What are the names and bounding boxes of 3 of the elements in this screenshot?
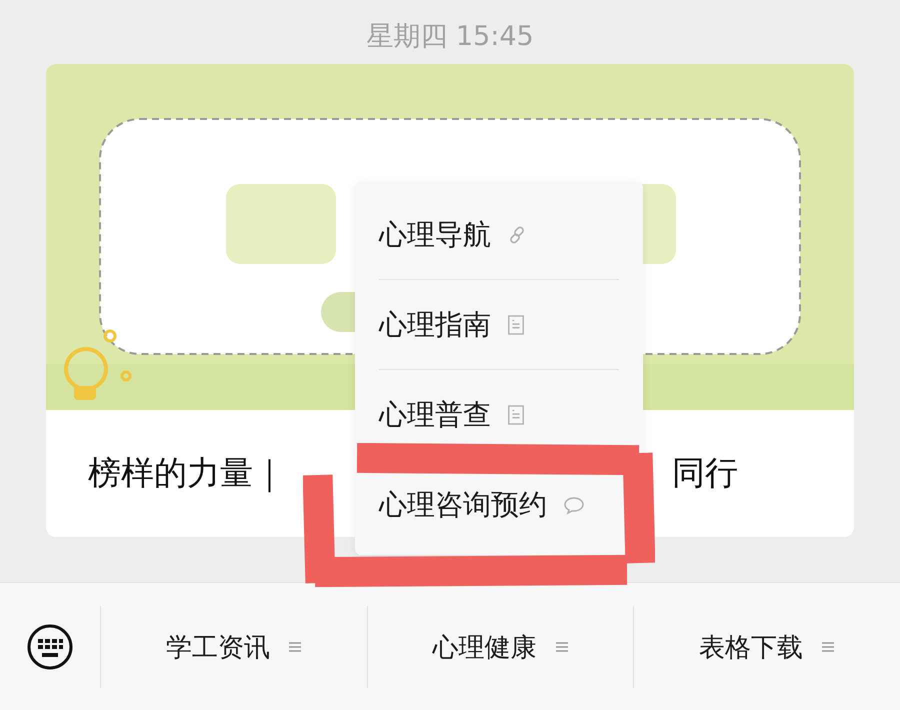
article-title: 榜样的力量｜ bbox=[88, 452, 285, 494]
article-title: 同行 bbox=[672, 452, 738, 494]
chat-timestamp: 星期四 15:45 bbox=[365, 20, 535, 54]
